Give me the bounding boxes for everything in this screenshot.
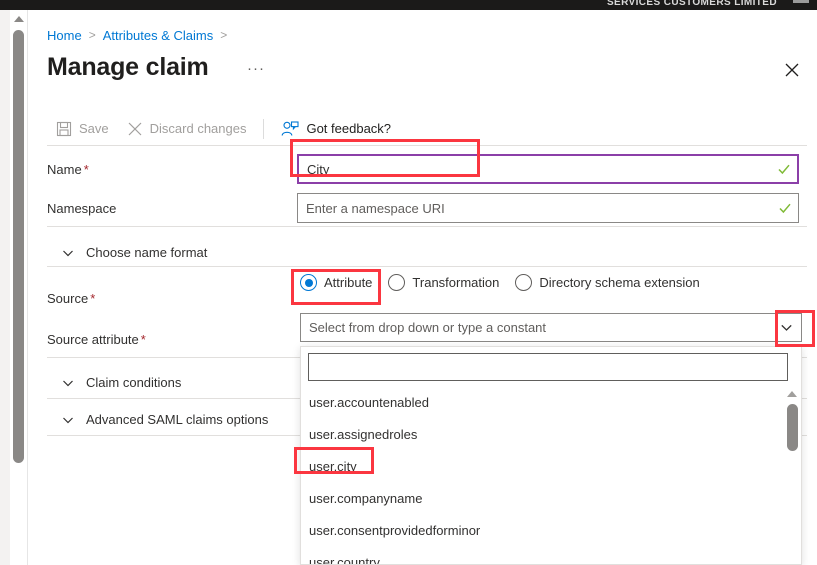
breadcrumb-item-home[interactable]: Home [47, 28, 82, 43]
accordion-choose-name-format-label: Choose name format [86, 245, 208, 260]
breadcrumb: Home > Attributes & Claims > [47, 26, 234, 44]
divider-below-command-bar [47, 145, 807, 146]
source-field-label: Source * [47, 291, 297, 306]
namespace-input[interactable] [298, 195, 772, 221]
discard-changes-label: Discard changes [149, 121, 247, 136]
source-attribute-required-marker: * [140, 331, 146, 347]
breadcrumb-separator: > [88, 28, 96, 42]
chevron-down-icon [63, 250, 73, 256]
accordion-choose-name-format[interactable]: Choose name format [47, 236, 807, 269]
scroll-up-arrow-icon[interactable] [787, 391, 797, 397]
name-label-text: Name [47, 161, 82, 177]
got-feedback-button[interactable]: Got feedback? [272, 114, 400, 144]
name-field-row: Name * [47, 153, 807, 185]
close-button[interactable] [777, 56, 807, 86]
source-attribute-dropdown-toggle[interactable] [770, 314, 801, 341]
namespace-field-label: Namespace [47, 201, 297, 216]
close-icon [785, 63, 799, 77]
close-x-icon [128, 122, 142, 135]
floppy-disk-icon [56, 121, 72, 136]
radio-directory-schema-extension-label: Directory schema extension [539, 275, 700, 290]
source-required-marker: * [90, 290, 96, 306]
save-button-label: Save [79, 121, 109, 136]
person-feedback-icon [282, 120, 300, 136]
source-attribute-dropdown-panel: user.accountenabled user.assignedroles u… [300, 346, 802, 565]
radio-transformation-label: Transformation [412, 275, 500, 290]
page-title: Manage claim [47, 53, 209, 81]
source-label-text: Source [47, 290, 89, 306]
more-options-button[interactable]: ··· [245, 60, 267, 82]
command-bar: Save Discard changes Got feedback? [47, 112, 807, 145]
name-required-marker: * [83, 161, 89, 177]
radio-transformation[interactable]: Transformation [388, 274, 499, 291]
breadcrumb-item-attributes-claims[interactable]: Attributes & Claims [103, 28, 214, 43]
source-radio-group: Attribute Transformation Directory schem… [300, 274, 716, 291]
dropdown-item-user-companyname[interactable]: user.companyname [301, 483, 801, 515]
name-input-wrapper[interactable] [297, 154, 799, 184]
radio-attribute-dot [300, 274, 317, 291]
window-controls-button[interactable] [793, 0, 809, 3]
source-attribute-combobox[interactable]: Select from drop down or type a constant [300, 313, 802, 342]
source-attribute-field-label: Source attribute * [47, 332, 297, 347]
namespace-field-row: Namespace [47, 192, 807, 224]
command-bar-divider [263, 118, 265, 139]
accordion-claim-conditions-label: Claim conditions [86, 375, 182, 390]
discard-changes-button[interactable]: Discard changes [118, 114, 256, 144]
source-attribute-label-text: Source attribute [47, 331, 139, 347]
radio-directory-schema-extension[interactable]: Directory schema extension [515, 274, 700, 291]
dropdown-item-user-country[interactable]: user.country [301, 547, 801, 564]
chevron-down-icon [63, 380, 73, 386]
checkmark-icon [778, 164, 790, 175]
dropdown-option-list[interactable]: user.accountenabled user.assignedroles u… [301, 387, 801, 564]
window-chrome-bar: SERVICES CUSTOMERS LIMITED [0, 0, 817, 10]
name-input[interactable] [299, 156, 771, 182]
got-feedback-label: Got feedback? [306, 121, 392, 136]
divider-above-name-format [47, 226, 807, 227]
checkmark-icon [779, 203, 791, 214]
name-valid-indicator [771, 162, 797, 176]
namespace-input-wrapper[interactable] [297, 193, 799, 223]
dropdown-search-field[interactable] [308, 353, 788, 381]
radio-attribute-label: Attribute [324, 275, 373, 290]
chevron-down-icon [780, 324, 792, 331]
dropdown-item-user-assignedroles[interactable]: user.assignedroles [301, 419, 801, 451]
dropdown-search-input[interactable] [309, 354, 787, 380]
radio-attribute[interactable]: Attribute [300, 274, 372, 291]
source-attribute-placeholder: Select from drop down or type a constant [309, 320, 547, 335]
dropdown-item-user-city[interactable]: user.city [301, 451, 801, 483]
page-left-gutter [0, 10, 10, 565]
radio-directory-schema-extension-dot [515, 274, 533, 291]
chevron-down-icon [63, 417, 73, 423]
title-row: Manage claim ··· [47, 50, 817, 90]
dropdown-scrollbar-thumb[interactable] [786, 404, 798, 451]
name-field-label: Name * [47, 162, 297, 177]
page-vertical-scrollbar[interactable] [10, 10, 28, 565]
window-chrome-title: SERVICES CUSTOMERS LIMITED [606, 0, 777, 8]
scroll-up-arrow-icon[interactable] [14, 16, 24, 22]
namespace-valid-indicator [772, 201, 798, 215]
radio-transformation-dot [388, 274, 406, 291]
dropdown-item-user-accountenabled[interactable]: user.accountenabled [301, 387, 801, 419]
breadcrumb-separator: > [220, 28, 228, 42]
dropdown-vertical-scrollbar[interactable] [784, 387, 800, 564]
accordion-advanced-saml-label: Advanced SAML claims options [86, 412, 269, 427]
dropdown-item-user-consentprovidedforminor[interactable]: user.consentprovidedforminor [301, 515, 801, 547]
namespace-label-text: Namespace [47, 200, 117, 216]
save-button[interactable]: Save [47, 114, 118, 144]
page-scrollbar-thumb[interactable] [13, 30, 24, 463]
